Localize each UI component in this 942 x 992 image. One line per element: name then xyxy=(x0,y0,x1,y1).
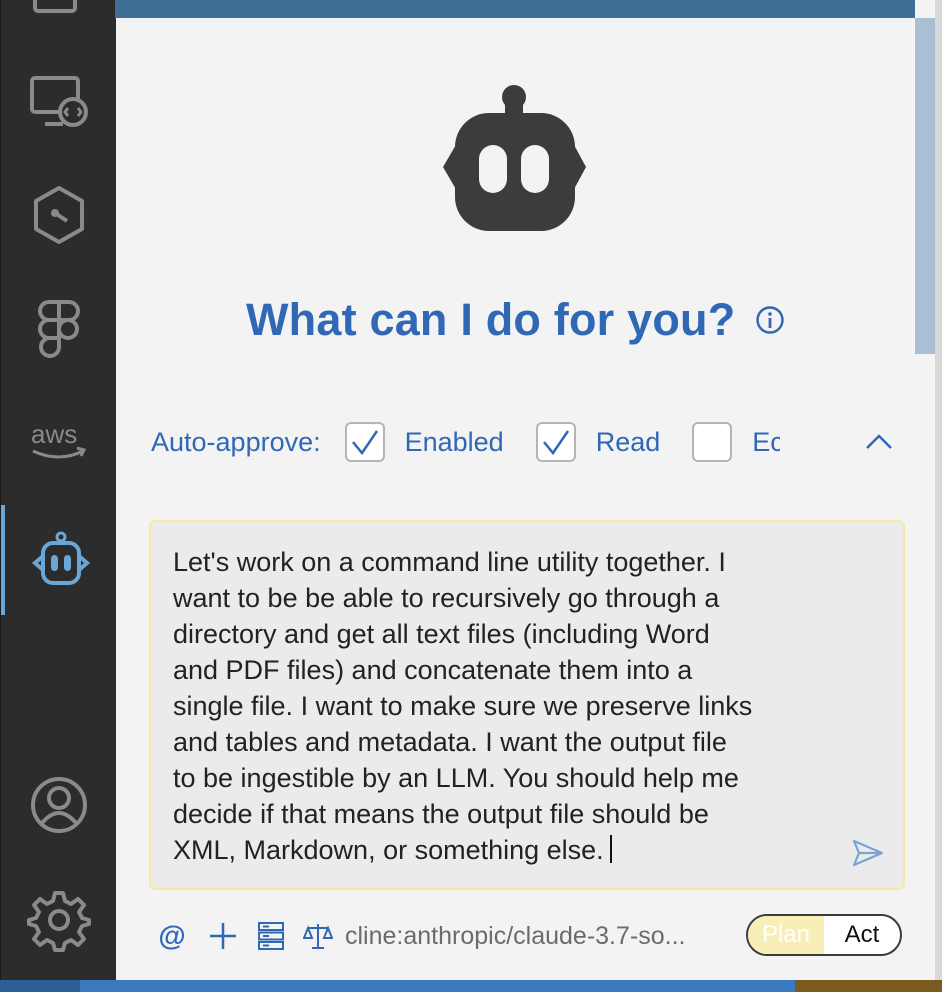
hexagon-icon xyxy=(33,186,84,244)
plan-mode-option[interactable]: Plan xyxy=(748,916,824,954)
enabled-checkbox[interactable] xyxy=(344,422,385,462)
model-label[interactable]: cline:anthropic/claude-3.7-so... xyxy=(345,922,709,951)
mcp-servers-button[interactable] xyxy=(257,916,285,956)
status-bar xyxy=(0,980,942,992)
page-title: What can I do for you? xyxy=(246,294,736,345)
info-icon[interactable] xyxy=(755,305,785,335)
cline-robot-logo xyxy=(443,85,586,231)
act-mode-option[interactable]: Act xyxy=(824,916,900,954)
checkmark-icon xyxy=(351,430,378,456)
panel-header-bar xyxy=(115,0,915,18)
figma-icon xyxy=(37,300,80,358)
remote-explorer-icon xyxy=(29,76,88,127)
figma-item[interactable] xyxy=(1,273,116,383)
read-checkbox[interactable] xyxy=(535,422,576,462)
activity-bar: 11 aws xyxy=(0,0,116,980)
svg-text:aws: aws xyxy=(31,419,77,449)
gear-icon xyxy=(26,891,91,952)
checkmark-icon xyxy=(542,430,569,456)
edit-label[interactable]: Ec xyxy=(752,427,780,458)
robot-icon xyxy=(31,531,90,585)
status-bar-right-segment xyxy=(795,980,942,992)
settings-item[interactable] xyxy=(1,865,116,975)
accounts-item[interactable] xyxy=(1,750,116,860)
welcome-headline: What can I do for you? xyxy=(246,292,785,348)
chat-input[interactable]: Let's work on a command line utility tog… xyxy=(149,520,905,890)
send-icon[interactable] xyxy=(851,838,885,868)
add-context-button[interactable] xyxy=(207,916,239,956)
auto-approve-bar: Auto-approve: Enabled Read Ec xyxy=(151,418,911,466)
files-icon xyxy=(32,0,77,13)
chevron-up-icon[interactable] xyxy=(864,430,894,454)
right-edge xyxy=(935,0,942,980)
explorer-item[interactable]: 11 xyxy=(1,0,116,52)
hexagon-extension-item[interactable] xyxy=(1,160,116,270)
status-bar-remote[interactable] xyxy=(0,980,80,992)
cline-item[interactable] xyxy=(1,505,116,615)
model-selector-button[interactable] xyxy=(303,916,333,956)
read-label[interactable]: Read xyxy=(596,427,661,458)
scrollbar-thumb[interactable] xyxy=(915,18,937,354)
aws-icon: aws xyxy=(31,419,86,459)
text-caret xyxy=(609,835,612,863)
mention-button[interactable]: @ xyxy=(155,916,189,956)
chat-input-text[interactable]: Let's work on a command line utility tog… xyxy=(173,544,853,868)
scale-icon xyxy=(303,924,333,949)
enabled-label[interactable]: Enabled xyxy=(405,427,504,458)
plan-act-toggle[interactable]: Plan Act xyxy=(746,914,902,956)
aws-item[interactable]: aws xyxy=(1,385,116,495)
auto-approve-label: Auto-approve: xyxy=(151,426,321,457)
account-icon xyxy=(30,777,87,833)
plus-icon xyxy=(210,923,236,949)
server-icon xyxy=(258,922,284,950)
edit-checkbox[interactable] xyxy=(692,422,733,462)
remote-explorer-item[interactable] xyxy=(1,47,116,157)
